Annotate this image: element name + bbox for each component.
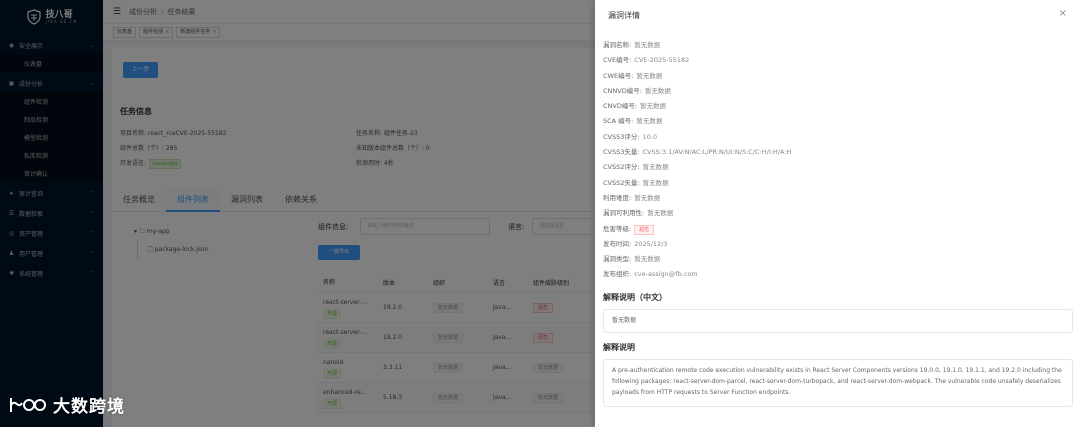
field-cwe: CWE编号: 暂无数据 [603, 69, 1073, 84]
field-cvss3-vector: CVSS3矢量: CVSS:3.1/AV:N/AC:L/PR:N/UI:N/S:C… [603, 145, 1073, 160]
desc-title: 解释说明 [603, 342, 635, 352]
field-cvss3-score: CVSS3评分: 10.0 [603, 130, 1073, 145]
field-key: CVSS2评分: [603, 163, 640, 172]
field-publish-date: 发布时间: 2025/12/3 [603, 237, 1073, 252]
desc-cn-title: 解释说明（中文） [603, 292, 667, 302]
watermark-text: 大数跨境 [53, 397, 125, 417]
desc-cn-box: 暂无数据 [603, 308, 1073, 333]
field-publisher: 发布组织: cve-assign@fb.com [603, 267, 1073, 282]
field-value: CVSS:3.1/AV:N/AC:L/PR:N/UI:N/S:C/C:H/I:H… [642, 148, 792, 157]
drawer-body: 漏洞名称: 暂无数据 CVE编号: CVE-2025-55182 CWE编号: 暂无数… [603, 38, 1073, 407]
field-cvss2-score: CVSS2评分: 暂无数据 [603, 160, 1073, 175]
field-value: cve-assign@fb.com [634, 270, 698, 279]
field-key: 漏洞类型: [603, 255, 632, 264]
field-value: 暂无数据 [634, 41, 661, 49]
brand-logo-icon [10, 397, 46, 412]
field-key: 漏洞可利用性: [603, 209, 645, 218]
field-cve: CVE编号: CVE-2025-55182 [603, 53, 1073, 68]
app-root: 技八哥 JIBA GE.CN ◉安全展示︿ 仪表盘 ▣成份分析︿ 组件检测 制品… [0, 0, 1080, 427]
field-value: 10.0 [642, 132, 658, 141]
field-key: 发布组织: [603, 270, 632, 279]
vuln-detail-drawer: 漏洞详情 × 漏洞名称: 暂无数据 CVE编号: CVE-2025-55182 CW… [595, 0, 1080, 427]
close-icon[interactable]: × [1059, 8, 1067, 19]
field-vuln-type: 漏洞类型: 暂无数据 [603, 252, 1073, 267]
field-key: 漏洞名称: [603, 41, 632, 49]
field-value: 暂无数据 [640, 102, 667, 111]
field-key: CVSS3评分: [603, 132, 640, 141]
field-sca: SCA 编号: 暂无数据 [603, 114, 1073, 129]
field-exploit-difficulty: 利用难度: 暂无数据 [603, 191, 1073, 206]
field-cnvd: CNVD编号: 暂无数据 [603, 99, 1073, 114]
field-vuln-name: 漏洞名称: 暂无数据 [603, 38, 1073, 53]
desc-box: A pre-authentication remote code executi… [603, 358, 1073, 407]
field-key: SCA 编号: [603, 117, 634, 126]
field-value: 暂无数据 [647, 209, 674, 218]
field-cvss2-vector: CVSS2矢量: 暂无数据 [603, 176, 1073, 191]
field-key: CVSS2矢量: [603, 178, 640, 187]
field-value: 暂无数据 [636, 117, 663, 126]
field-value: CVE-2025-55182 [634, 56, 690, 65]
field-key: CNNVD编号: [603, 86, 642, 95]
drawer-title: 漏洞详情 [608, 11, 640, 20]
field-value: 暂无数据 [644, 86, 671, 95]
field-exploitability: 漏洞可利用性: 暂无数据 [603, 206, 1073, 221]
field-key: 利用难度: [603, 193, 632, 202]
field-value: 暂无数据 [634, 255, 661, 264]
field-severity: 危害等级: 超危 [603, 222, 1073, 237]
field-value: 暂无数据 [634, 193, 661, 202]
field-key: CVE编号: [603, 56, 632, 65]
field-value: 暂无数据 [636, 71, 663, 80]
field-cnnvd: CNNVD编号: 暂无数据 [603, 84, 1073, 99]
severity-badge: 超危 [634, 224, 655, 235]
field-key: 危害等级: [603, 224, 632, 233]
field-key: CNVD编号: [603, 102, 638, 111]
watermark: 大数跨境 [8, 392, 125, 417]
field-value: 2025/12/3 [634, 239, 668, 248]
field-value: 暂无数据 [642, 178, 669, 187]
field-key: 发布时间: [603, 239, 632, 248]
field-value: 暂无数据 [642, 163, 669, 172]
field-key: CVSS3矢量: [603, 148, 640, 157]
field-key: CWE编号: [603, 71, 634, 80]
